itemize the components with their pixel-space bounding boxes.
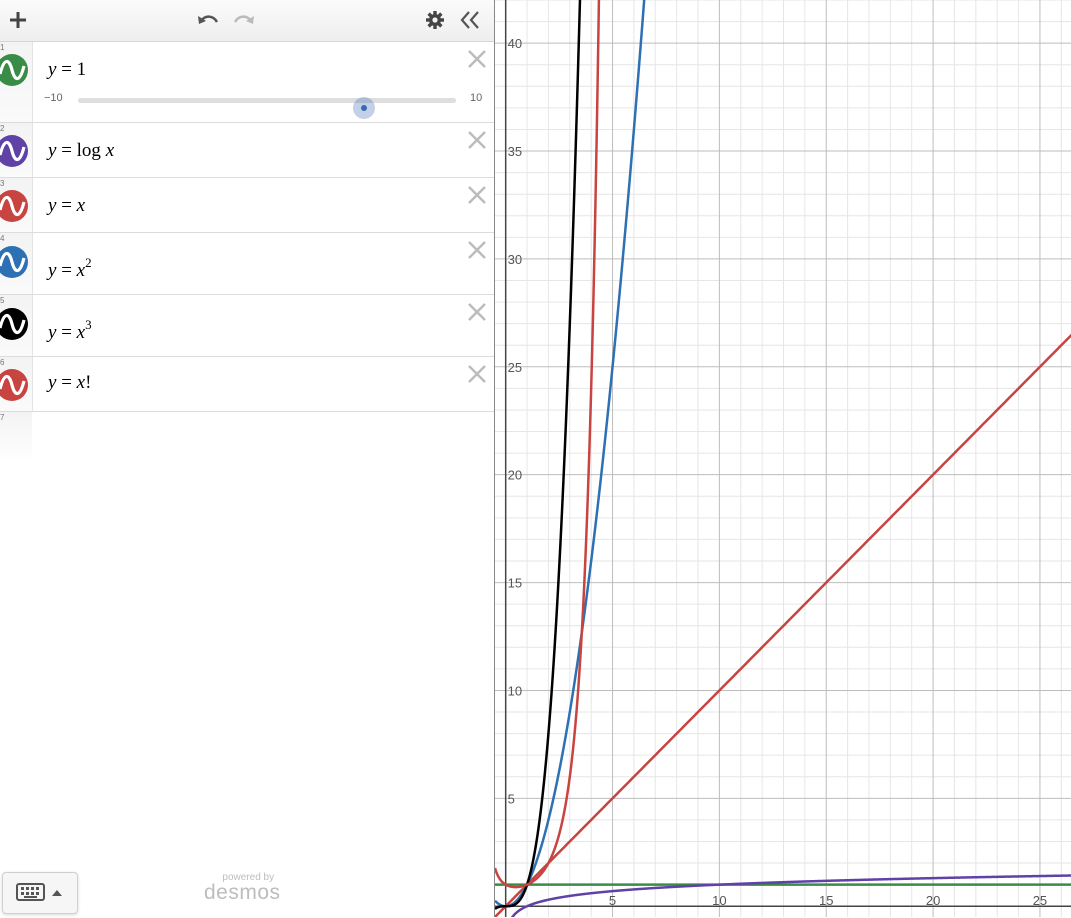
plus-icon[interactable] [4, 6, 32, 34]
graph-canvas[interactable]: 5 10 15 20 25 5 10 15 20 25 30 35 40 [495, 0, 1071, 917]
y-tick-label: 5 [508, 791, 515, 806]
expression-math[interactable]: y = x! [48, 372, 91, 394]
y-tick-label: 35 [508, 144, 522, 159]
expression-math[interactable]: y = x2 [48, 255, 92, 282]
expression-row-5[interactable]: 5 y = x3 [0, 295, 494, 357]
powered-by-desmos[interactable]: powered by desmos [204, 872, 281, 905]
gear-icon[interactable] [421, 6, 449, 34]
slider-track[interactable] [78, 97, 456, 119]
expression-math[interactable]: y = 1 [48, 59, 86, 81]
x-tick-label: 25 [1033, 893, 1047, 908]
graph-toggle-icon[interactable] [0, 308, 28, 340]
close-icon[interactable] [466, 363, 488, 385]
expression-index: 7 [0, 413, 5, 422]
slider-handle[interactable] [353, 97, 375, 119]
close-icon[interactable] [466, 48, 488, 70]
new-expression-row[interactable]: 7 [0, 412, 494, 462]
expression-gutter [0, 412, 32, 462]
slider-max-label[interactable]: 10 [470, 92, 482, 104]
y-tick-label: 15 [508, 576, 522, 591]
expression-index: 5 [0, 296, 5, 305]
graph-toggle-icon[interactable] [0, 246, 28, 278]
graph-toggle-icon[interactable] [0, 369, 28, 401]
expression-index: 6 [0, 358, 5, 367]
expression-index: 1 [0, 43, 5, 52]
close-icon[interactable] [466, 129, 488, 151]
expression-row-4[interactable]: 4 y = x2 [0, 233, 494, 295]
graph-toggle-icon[interactable] [0, 135, 28, 167]
expression-index: 2 [0, 124, 5, 133]
expression-panel: 1 y = 1 −10 10 2 y = log x 3 y = x 4 y =… [0, 0, 494, 917]
y-tick-label: 25 [508, 360, 522, 375]
expression-row-6[interactable]: 6 y = x! [0, 357, 494, 412]
expression-index: 3 [0, 179, 5, 188]
keyboard-icon [16, 883, 62, 901]
x-tick-label: 15 [819, 893, 833, 908]
expression-row-3[interactable]: 3 y = x [0, 178, 494, 233]
expression-list: 1 y = 1 −10 10 2 y = log x 3 y = x 4 y =… [0, 42, 494, 462]
close-icon[interactable] [466, 184, 488, 206]
y-tick-label: 30 [508, 252, 522, 267]
close-icon[interactable] [466, 301, 488, 323]
expression-math[interactable]: y = log x [48, 140, 114, 162]
x-tick-label: 10 [712, 893, 726, 908]
y-tick-label: 40 [508, 36, 522, 51]
x-tick-label: 5 [609, 893, 616, 908]
expression-math[interactable]: y = x [48, 195, 85, 217]
y-tick-label: 10 [508, 683, 522, 698]
keyboard-toggle-button[interactable] [2, 872, 78, 914]
graph-toggle-icon[interactable] [0, 190, 28, 222]
expression-math[interactable]: y = x3 [48, 317, 92, 344]
expression-toolbar [0, 0, 494, 42]
slider-min-label[interactable]: −10 [44, 92, 63, 104]
expression-row-2[interactable]: 2 y = log x [0, 123, 494, 178]
y-tick-label: 20 [508, 468, 522, 483]
expression-row-1[interactable]: 1 y = 1 −10 10 [0, 42, 494, 123]
desmos-logo: desmos [204, 881, 281, 904]
close-icon[interactable] [466, 239, 488, 261]
slider[interactable]: −10 10 [0, 90, 494, 119]
graph-paper[interactable]: 5 10 15 20 25 5 10 15 20 25 30 35 40 [494, 0, 1071, 917]
double-chevron-left-icon[interactable] [456, 6, 484, 34]
x-tick-label: 20 [926, 893, 940, 908]
redo-icon[interactable] [230, 6, 258, 34]
undo-icon[interactable] [194, 6, 222, 34]
graph-toggle-icon[interactable] [0, 54, 28, 86]
expression-index: 4 [0, 234, 5, 243]
